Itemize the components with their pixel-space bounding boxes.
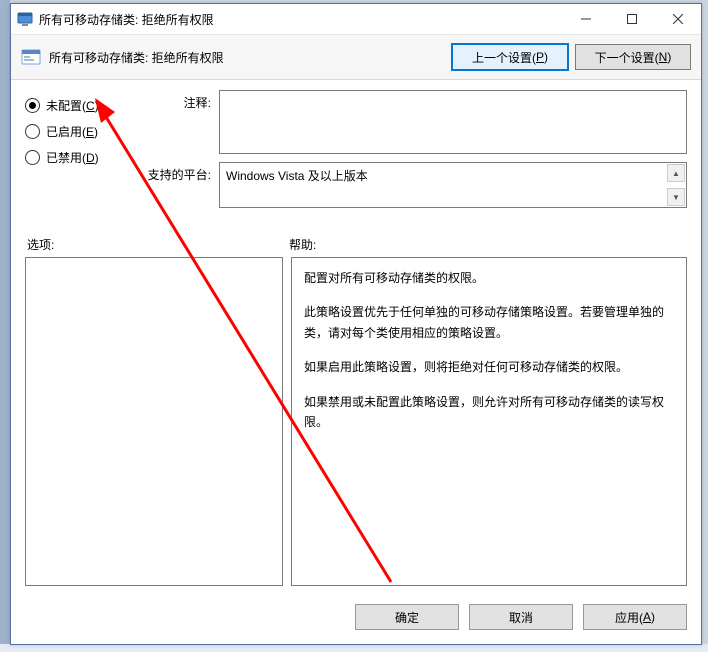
maximize-button[interactable]	[609, 4, 655, 34]
scroll-down-icon[interactable]: ▼	[667, 188, 685, 206]
supported-platform-box: Windows Vista 及以上版本 ▲ ▼	[219, 162, 687, 208]
radio-icon	[25, 150, 40, 165]
prev-button-key: P	[536, 50, 544, 64]
dialog-body: 未配置(C) 已启用(E) 已禁用(D)	[11, 80, 701, 594]
dialog-window: 所有可移动存储类: 拒绝所有权限 所有可移动存储类: 拒绝所有权限	[10, 3, 702, 645]
prev-button-label-part1: 上一个设置(	[472, 49, 536, 66]
next-setting-button[interactable]: 下一个设置(N)	[575, 44, 691, 70]
cancel-button[interactable]: 取消	[469, 604, 573, 630]
radio-label: 未配置(C)	[46, 97, 99, 114]
ok-button[interactable]: 确定	[355, 604, 459, 630]
apply-button[interactable]: 应用(A)	[583, 604, 687, 630]
help-text: 此策略设置优先于任何单独的可移动存储策略设置。若要管理单独的类，请对每个类使用相…	[304, 302, 674, 343]
radio-not-configured[interactable]: 未配置(C)	[25, 92, 135, 118]
next-button-label-part1: 下一个设置(	[595, 49, 659, 66]
scroll-up-icon[interactable]: ▲	[667, 164, 685, 182]
help-text: 配置对所有可移动存储类的权限。	[304, 268, 674, 288]
previous-setting-button[interactable]: 上一个设置(P)	[451, 43, 569, 71]
close-button[interactable]	[655, 4, 701, 34]
help-text: 如果禁用或未配置此策略设置，则允许对所有可移动存储类的读写权限。	[304, 392, 674, 433]
app-icon	[17, 11, 33, 27]
policy-icon	[21, 47, 41, 67]
title-bar: 所有可移动存储类: 拒绝所有权限	[11, 4, 701, 35]
radio-label: 已禁用(D)	[46, 149, 99, 166]
radio-icon	[25, 124, 40, 139]
next-button-label-part2: )	[667, 50, 671, 64]
radio-label: 已启用(E)	[46, 123, 98, 140]
apply-key: A	[643, 610, 651, 624]
dialog-footer: 确定 取消 应用(A)	[11, 594, 701, 644]
help-text: 如果启用此策略设置，则将拒绝对任何可移动存储类的权限。	[304, 357, 674, 377]
options-pane	[25, 257, 283, 586]
help-pane: 配置对所有可移动存储类的权限。 此策略设置优先于任何单独的可移动存储策略设置。若…	[291, 257, 687, 586]
minimize-button[interactable]	[563, 4, 609, 34]
radio-icon	[25, 98, 40, 113]
radio-enabled[interactable]: 已启用(E)	[25, 118, 135, 144]
prev-button-label-part2: )	[544, 50, 548, 64]
apply-label-part1: 应用(	[615, 609, 643, 626]
apply-label-part2: )	[651, 610, 655, 624]
comment-textarea[interactable]	[219, 90, 687, 154]
policy-title: 所有可移动存储类: 拒绝所有权限	[49, 49, 224, 66]
supported-platform-label: 支持的平台:	[145, 162, 211, 208]
supported-platform-value: Windows Vista 及以上版本	[226, 169, 368, 183]
header-strip: 所有可移动存储类: 拒绝所有权限 上一个设置(P) 下一个设置(N)	[11, 35, 701, 80]
help-label: 帮助:	[289, 236, 685, 253]
window-title: 所有可移动存储类: 拒绝所有权限	[39, 11, 563, 28]
comment-label: 注释:	[145, 90, 211, 154]
radio-disabled[interactable]: 已禁用(D)	[25, 144, 135, 170]
options-label: 选项:	[27, 236, 289, 253]
next-button-key: N	[659, 50, 668, 64]
